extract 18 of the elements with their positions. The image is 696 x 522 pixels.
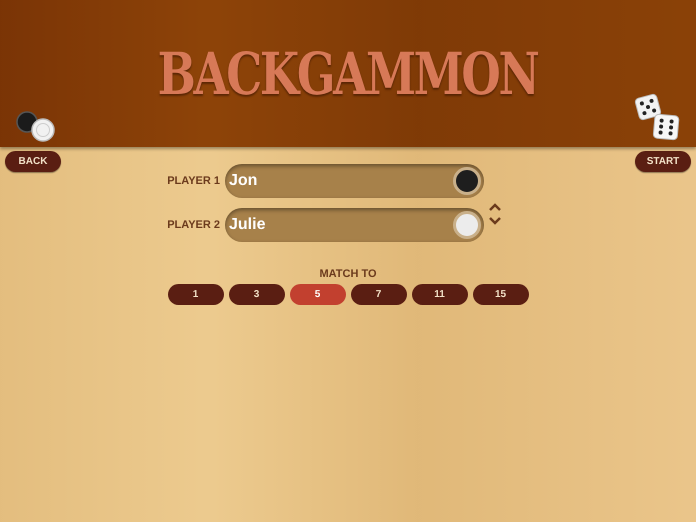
swap-icon[interactable] [488,202,502,226]
match-length-button[interactable]: 5 [290,284,346,304]
match-length-button[interactable]: 7 [350,284,406,304]
player-label: PLAYER 1 [166,174,220,189]
match-length-button[interactable]: 1 [168,284,224,304]
player-name-field[interactable]: Julie [225,208,484,242]
match-length-button[interactable]: 11 [412,284,468,304]
match-length-button[interactable]: 3 [228,284,284,304]
checker-icon[interactable] [453,211,481,239]
back-button[interactable]: BACK [5,151,61,172]
checker-icon[interactable] [453,167,481,195]
player-name-field[interactable]: Jon [225,164,484,198]
match-length-button[interactable]: 15 [472,284,528,304]
game-title: BACKGAMMON [158,44,538,102]
start-button[interactable]: START [635,151,691,172]
player-label: PLAYER 2 [166,218,220,233]
checkers-icon [15,111,57,142]
match-to-label: MATCH TO [319,267,377,282]
